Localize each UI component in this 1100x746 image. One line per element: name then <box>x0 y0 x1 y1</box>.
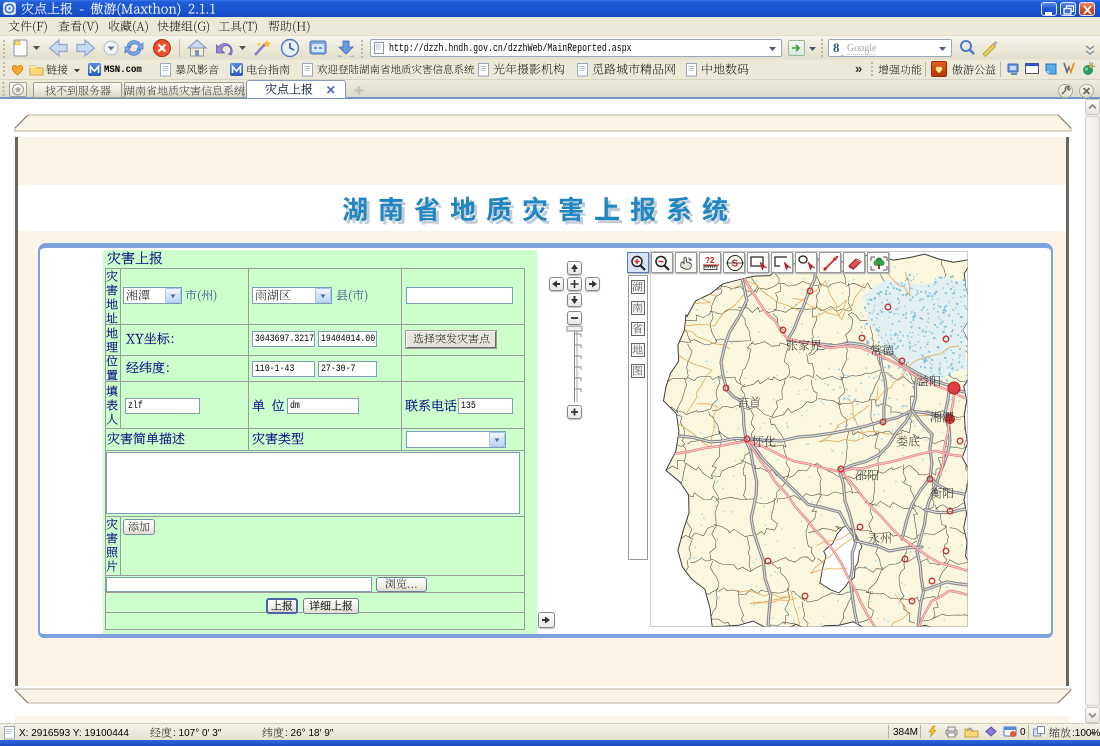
svg-text:S: S <box>732 259 739 270</box>
svg-text:?2: ?2 <box>705 256 715 265</box>
